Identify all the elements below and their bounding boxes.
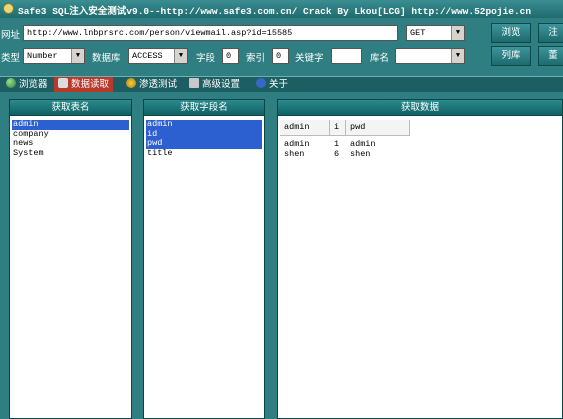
tab-label: 浏览器	[19, 79, 48, 90]
db-select[interactable]: ACCESS ▼	[128, 48, 188, 64]
method-select[interactable]: GET ▼	[406, 25, 465, 41]
column-header[interactable]: pwd	[346, 120, 410, 135]
list-item[interactable]: System	[12, 148, 129, 159]
url-row: 网址 http://www.lnbprsrc.com/person/viewma…	[0, 22, 563, 44]
chevron-down-icon[interactable]: ▼	[174, 49, 187, 63]
index-label: 索引	[246, 53, 266, 64]
list-item[interactable]: title	[146, 148, 262, 159]
tab-browser[interactable]: 浏览器	[2, 77, 52, 92]
list-db-button[interactable]: 列库	[491, 46, 531, 66]
type-select-value: Number	[27, 51, 58, 61]
table-row[interactable]: shen 6 shen	[280, 149, 410, 159]
tab-advanced-settings[interactable]: 高级设置	[185, 77, 244, 92]
tab-label: 高级设置	[202, 79, 241, 90]
method-select-value: GET	[410, 28, 426, 38]
field-input[interactable]: 0	[222, 48, 239, 64]
keyword-label: 关键字	[295, 53, 324, 64]
globe-icon	[6, 78, 16, 88]
browse-button[interactable]: 浏览	[491, 23, 531, 43]
tables-list[interactable]: admin company news System	[12, 119, 129, 159]
type-label: 类型	[1, 53, 21, 64]
table-cell: 1	[334, 139, 340, 149]
keyword-input[interactable]	[331, 48, 362, 64]
table-cell: shen	[350, 149, 371, 159]
table-cell: admin	[284, 139, 310, 149]
tab-label: 关于	[269, 79, 289, 90]
table-row[interactable]: admin 1 admin	[280, 139, 410, 149]
table-select[interactable]: ▼	[395, 48, 465, 64]
chevron-down-icon[interactable]: ▼	[451, 49, 464, 63]
chevron-down-icon[interactable]: ▼	[71, 49, 84, 63]
app-icon	[3, 3, 14, 14]
info-icon	[256, 78, 266, 88]
extra-button[interactable]: 董	[538, 46, 563, 66]
field-label: 字段	[196, 53, 216, 64]
tab-label: 渗透测试	[139, 79, 178, 90]
tab-bar: 浏览器 数据读取 渗透测试 高级设置 关于	[0, 76, 563, 92]
table-cell: admin	[350, 139, 376, 149]
chevron-down-icon[interactable]: ▼	[451, 26, 464, 40]
window-title: Safe3 SQL注入安全测试v9.0--http://www.safe3.co…	[18, 6, 532, 17]
tools-icon	[189, 78, 199, 88]
fields-panel-header: 获取字段名	[143, 99, 265, 116]
table-label: 库名	[370, 53, 390, 64]
inject-button[interactable]: 注	[538, 23, 563, 43]
list-item[interactable]: id	[146, 129, 262, 139]
table-cell: 6	[334, 149, 340, 159]
options-row: 类型 Number ▼ 数据库 ACCESS ▼ 字段 0 索引 0 关键字 库…	[0, 45, 563, 67]
table-cell: shen	[284, 149, 305, 159]
tables-panel-header: 获取表名	[9, 99, 132, 116]
title-bar: Safe3 SQL注入安全测试v9.0--http://www.safe3.co…	[0, 0, 563, 18]
tab-label: 数据读取	[71, 79, 110, 90]
db-label: 数据库	[92, 53, 121, 64]
data-grid-header: admin i pwd	[280, 120, 410, 136]
url-label: 网址	[1, 30, 21, 41]
data-grid[interactable]: admin i pwd admin 1 admin shen 6 shen	[280, 120, 410, 159]
tab-about[interactable]: 关于	[252, 77, 292, 92]
tab-data-read[interactable]: 数据读取	[54, 77, 114, 92]
data-panel-header: 获取数据	[277, 99, 563, 116]
column-header[interactable]: i	[330, 120, 346, 135]
list-item[interactable]: admin	[146, 119, 262, 130]
data-panel: admin i pwd admin 1 admin shen 6 shen	[277, 116, 563, 419]
index-input[interactable]: 0	[272, 48, 289, 64]
type-select[interactable]: Number ▼	[23, 48, 85, 64]
database-icon	[58, 78, 68, 88]
fields-list[interactable]: admin id pwd title	[146, 119, 262, 159]
fields-panel: admin id pwd title	[143, 116, 265, 419]
url-input[interactable]: http://www.lnbprsrc.com/person/viewmail.…	[23, 25, 398, 41]
tab-penetration-test[interactable]: 渗透测试	[122, 77, 181, 92]
db-select-value: ACCESS	[132, 51, 163, 61]
column-header[interactable]: admin	[280, 120, 330, 135]
radiation-icon	[126, 78, 136, 88]
tables-panel: admin company news System	[9, 116, 132, 419]
